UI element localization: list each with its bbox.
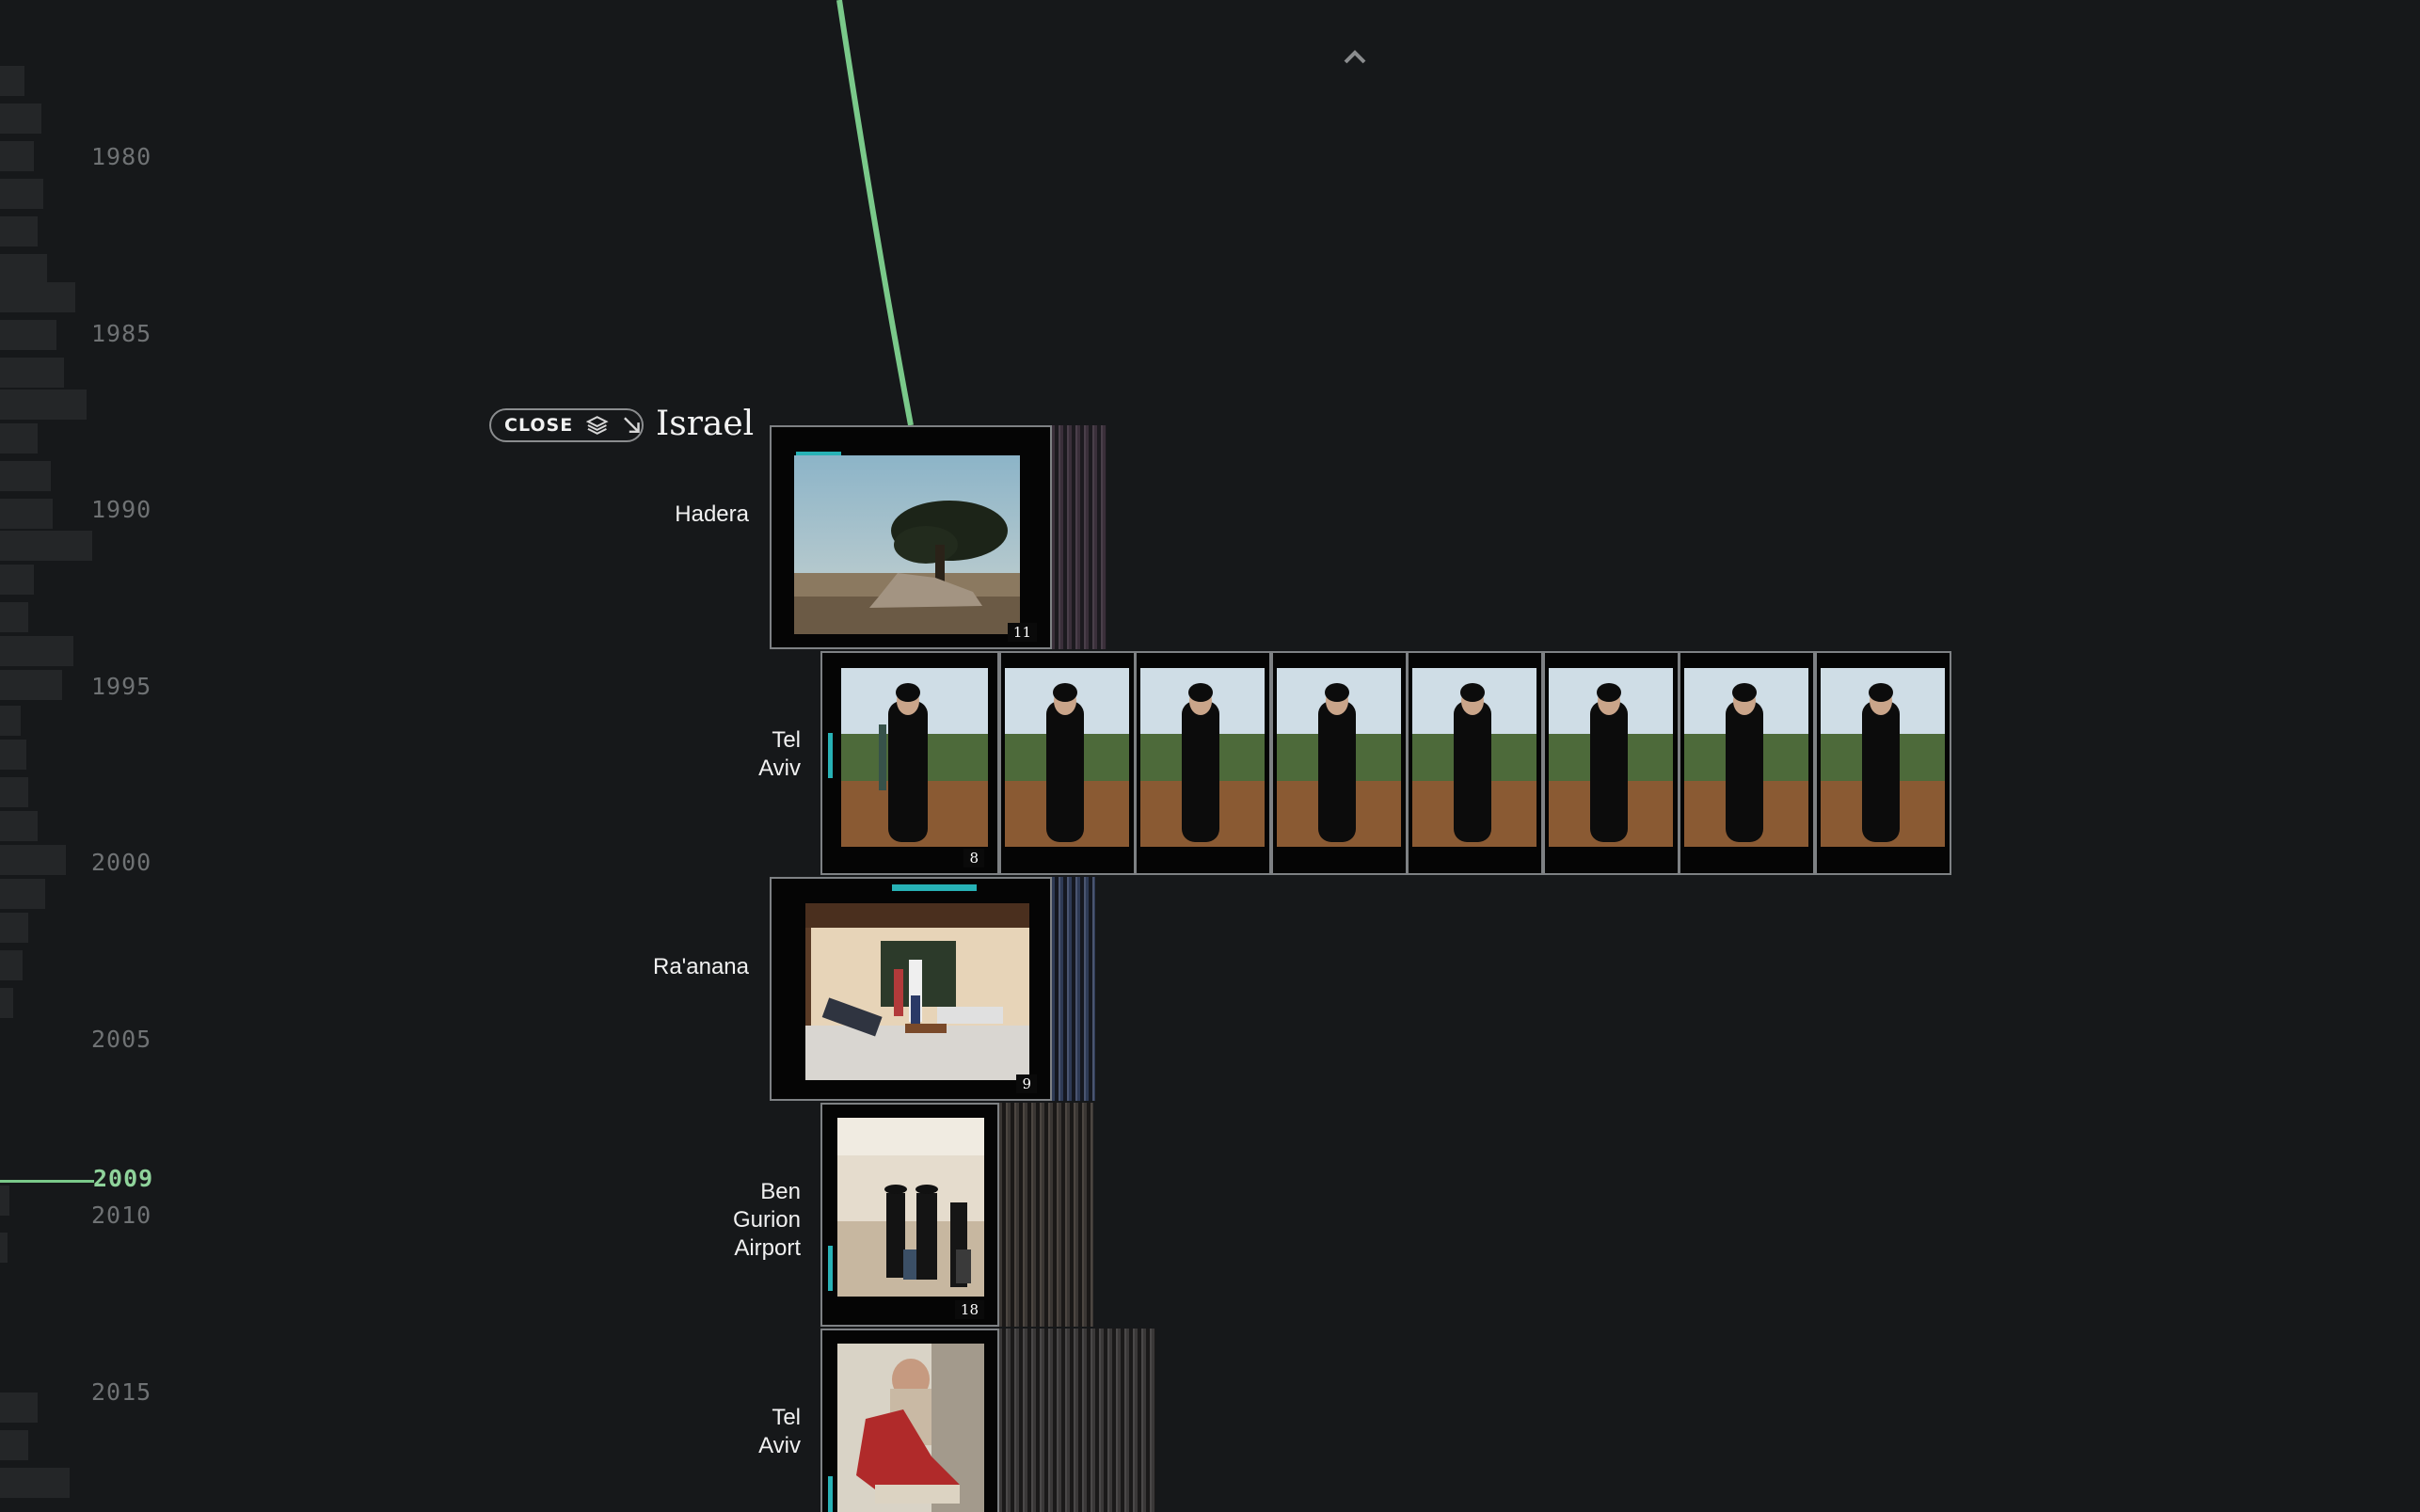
photo-portrait [1277,668,1401,847]
photo-count-badge: 11 [1007,623,1037,642]
photo-portrait [1005,668,1129,847]
photo-thumbnail[interactable] [1135,651,1271,875]
photo-thumbnail[interactable] [1815,651,1951,875]
film-edge-mark [828,733,833,778]
film-edge-mark [892,884,977,891]
photo-stack[interactable] [1050,425,1107,649]
photo-card-raanana[interactable]: 9 [770,877,1052,1101]
photo-card-tel-aviv[interactable]: 8 [820,651,999,875]
photo-seated-figure [837,1344,984,1512]
photo-count-badge: 9 [1016,1074,1037,1093]
location-label-tel-aviv: Tel Aviv [758,1405,801,1458]
photo-interior [805,903,1029,1080]
photo-card-hadera[interactable]: 11 [770,425,1052,649]
location-label-hadera: Hadera [675,501,749,527]
photo-thumbnail[interactable] [999,651,1136,875]
photo-stack[interactable] [997,1329,1155,1512]
photo-card-ben-gurion-airport[interactable]: 18 [820,1103,999,1327]
photo-count-badge: 8 [963,849,984,867]
layers-icon [586,416,609,435]
film-edge-mark [828,1476,833,1512]
photo-portrait [1549,668,1673,847]
arrow-down-right-icon [623,417,640,434]
photo-thumbnail[interactable] [1407,651,1543,875]
photo-portrait [1140,668,1265,847]
photo-thumbnail[interactable] [1543,651,1680,875]
photo-portrait [841,668,988,847]
photo-portrait [1684,668,1808,847]
location-label-raanana: Ra'anana [653,954,749,979]
location-label-tel-aviv: Tel Aviv [758,727,801,781]
photo-tree [794,455,1020,634]
photo-airport [837,1118,984,1297]
photo-thumbnail[interactable] [1679,651,1815,875]
photo-thumbnail[interactable] [1271,651,1408,875]
photo-portrait [1821,668,1945,847]
photo-card-tel-aviv[interactable] [820,1329,999,1512]
country-title: Israel [656,405,755,443]
photo-portrait [1412,668,1536,847]
close-group-button[interactable]: CLOSE [489,408,644,442]
photo-stack[interactable] [1050,877,1095,1101]
close-button-label: CLOSE [504,415,574,436]
photo-count-badge: 18 [954,1300,984,1319]
photo-stack[interactable] [997,1103,1093,1327]
film-edge-mark [828,1246,833,1291]
location-label-ben-gurion-airport: Ben Gurion Airport [732,1179,801,1261]
